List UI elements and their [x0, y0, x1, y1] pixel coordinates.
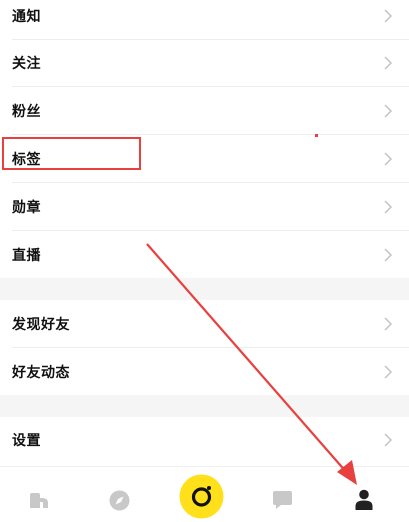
menu-item-label: 发现好友	[12, 316, 70, 333]
menu-item-settings[interactable]: 设置	[0, 416, 409, 463]
home-n-icon	[30, 493, 48, 508]
annotation-dot	[315, 134, 318, 137]
tab-profile[interactable]	[324, 467, 404, 522]
section-gap	[0, 278, 409, 300]
menu-item-following[interactable]: 关注	[0, 39, 409, 86]
menu-item-fans[interactable]: 粉丝	[0, 87, 409, 134]
menu-item-medals[interactable]: 勋章	[0, 183, 409, 230]
person-icon	[355, 489, 373, 510]
bottom-tab-bar	[0, 466, 409, 522]
section-gap	[0, 395, 409, 417]
chevron-right-icon	[384, 55, 393, 70]
menu-item-label: 好友动态	[12, 364, 70, 381]
chevron-right-icon	[384, 8, 393, 23]
menu-item-friend-activity[interactable]: 好友动态	[0, 348, 409, 395]
menu-item-label: 通知	[12, 8, 41, 25]
menu-item-live[interactable]: 直播	[0, 231, 409, 278]
menu-item-label: 设置	[12, 432, 41, 449]
chevron-right-icon	[384, 199, 393, 214]
chevron-right-icon	[384, 364, 393, 379]
tab-camera[interactable]	[161, 467, 241, 522]
compass-icon	[109, 490, 130, 511]
menu-item-notifications[interactable]: 通知	[0, 0, 409, 39]
menu-item-label: 标签	[12, 151, 41, 168]
chevron-right-icon	[384, 316, 393, 331]
camera-icon	[179, 474, 224, 519]
menu-item-label: 勋章	[12, 199, 41, 216]
menu-item-discover-friends[interactable]: 发现好友	[0, 300, 409, 347]
menu-item-label: 直播	[12, 247, 41, 264]
chevron-right-icon	[384, 432, 393, 447]
chevron-right-icon	[384, 103, 393, 118]
chevron-right-icon	[384, 247, 393, 262]
menu-item-label: 关注	[12, 55, 41, 72]
tab-home[interactable]	[0, 467, 80, 522]
chevron-right-icon	[384, 151, 393, 166]
menu-item-label: 粉丝	[12, 103, 41, 120]
profile-menu-screen: 通知 关注 粉丝 标签 勋章 直播 发现好友 好友动态 设置	[0, 0, 409, 522]
tab-messages[interactable]	[243, 467, 323, 522]
tab-discover[interactable]	[80, 467, 160, 522]
chat-bubble-icon	[273, 491, 292, 509]
menu-item-tags[interactable]: 标签	[0, 135, 409, 182]
